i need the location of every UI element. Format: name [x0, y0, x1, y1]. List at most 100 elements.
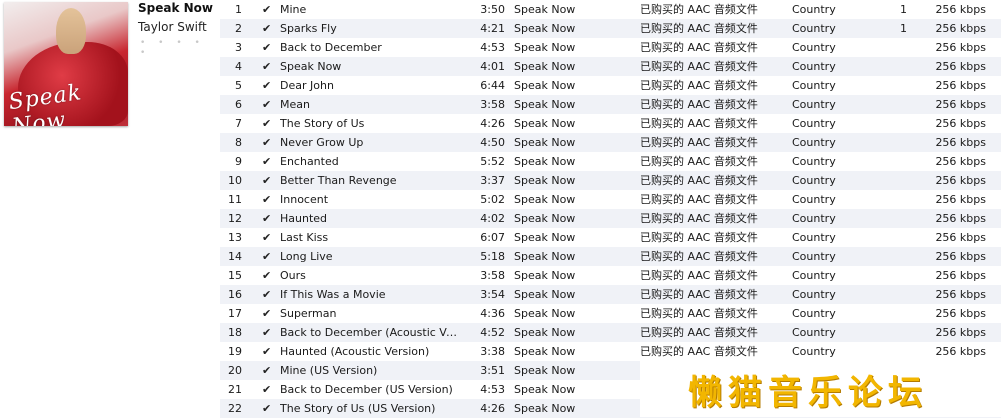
track-album: Speak Now: [514, 98, 576, 111]
track-play-count: 1: [900, 3, 907, 16]
track-bitrate: 256 kbps: [935, 41, 986, 54]
track-kind: 已购买的 AAC 音频文件: [640, 174, 758, 187]
track-name: Better Than Revenge: [280, 174, 397, 187]
track-time: 3:54: [480, 288, 505, 301]
track-bitrate: 256 kbps: [935, 79, 986, 92]
track-row[interactable]: 14 ✔ Long Live 5:18 Speak Now 已购买的 AAC 音频文件 Co…: [220, 247, 1001, 266]
track-checkbox[interactable]: ✔: [262, 247, 274, 266]
album-cover-art[interactable]: Speak Now: [4, 2, 128, 126]
track-checkbox[interactable]: ✔: [262, 361, 274, 380]
track-time: 3:50: [480, 3, 505, 16]
track-genre: Country: [792, 307, 836, 320]
track-row[interactable]: 12 ✔ Haunted 4:02 Speak Now 已购买的 AAC 音频文件 Coun…: [220, 209, 1001, 228]
track-checkbox[interactable]: ✔: [262, 133, 274, 152]
track-album: Speak Now: [514, 60, 576, 73]
track-time: 3:37: [480, 174, 505, 187]
track-row[interactable]: 2 ✔ Sparks Fly 4:21 Speak Now 已购买的 AAC 音频文件 Co…: [220, 19, 1001, 38]
track-row[interactable]: 4 ✔ Speak Now 4:01 Speak Now 已购买的 AAC 音频文件 Cou…: [220, 57, 1001, 76]
track-time: 4:21: [480, 22, 505, 35]
track-genre: Country: [792, 3, 836, 16]
track-bitrate: 256 kbps: [935, 231, 986, 244]
track-bitrate: 256 kbps: [935, 3, 986, 16]
track-number: 2: [235, 22, 242, 35]
track-row[interactable]: 16 ✔ If This Was a Movie 3:54 Speak Now 已购买的 …: [220, 285, 1001, 304]
track-row[interactable]: 13 ✔ Last Kiss 6:07 Speak Now 已购买的 AAC 音频文件 Co…: [220, 228, 1001, 247]
track-kind: 已购买的 AAC 音频文件: [640, 117, 758, 130]
track-number: 14: [228, 250, 242, 263]
track-row[interactable]: 15 ✔ Ours 3:58 Speak Now 已购买的 AAC 音频文件 Country…: [220, 266, 1001, 285]
track-number: 11: [228, 193, 242, 206]
track-row[interactable]: 9 ✔ Enchanted 5:52 Speak Now 已购买的 AAC 音频文件 Cou…: [220, 152, 1001, 171]
track-album: Speak Now: [514, 326, 576, 339]
track-checkbox[interactable]: ✔: [262, 228, 274, 247]
track-time: 6:07: [480, 231, 505, 244]
track-row[interactable]: 5 ✔ Dear John 6:44 Speak Now 已购买的 AAC 音频文件 Cou…: [220, 76, 1001, 95]
track-checkbox[interactable]: ✔: [262, 342, 274, 361]
track-row[interactable]: 8 ✔ Never Grow Up 4:50 Speak Now 已购买的 AAC 音频文…: [220, 133, 1001, 152]
track-row[interactable]: 6 ✔ Mean 3:58 Speak Now 已购买的 AAC 音频文件 Country 2…: [220, 95, 1001, 114]
track-row[interactable]: 3 ✔ Back to December 4:53 Speak Now 已购买的 AAC …: [220, 38, 1001, 57]
track-bitrate: 256 kbps: [935, 117, 986, 130]
track-checkbox[interactable]: ✔: [262, 266, 274, 285]
track-name: Sparks Fly: [280, 22, 337, 35]
track-kind: 已购买的 AAC 音频文件: [640, 193, 758, 206]
track-checkbox[interactable]: ✔: [262, 76, 274, 95]
track-number: 3: [235, 41, 242, 54]
track-row[interactable]: 18 ✔ Back to December (Acoustic Vers... 4:5…: [220, 323, 1001, 342]
track-number: 9: [235, 155, 242, 168]
track-checkbox[interactable]: ✔: [262, 114, 274, 133]
track-number: 19: [228, 345, 242, 358]
track-checkbox[interactable]: ✔: [262, 95, 274, 114]
watermark-text: 懒猫音乐论坛: [688, 373, 928, 413]
track-album: Speak Now: [514, 155, 576, 168]
track-row[interactable]: 7 ✔ The Story of Us 4:26 Speak Now 已购买的 AAC 音…: [220, 114, 1001, 133]
track-time: 4:26: [480, 117, 505, 130]
track-checkbox[interactable]: ✔: [262, 323, 274, 342]
track-row[interactable]: 17 ✔ Superman 4:36 Speak Now 已购买的 AAC 音频文件 Cou…: [220, 304, 1001, 323]
track-genre: Country: [792, 174, 836, 187]
track-row[interactable]: 11 ✔ Innocent 5:02 Speak Now 已购买的 AAC 音频文件 Cou…: [220, 190, 1001, 209]
track-checkbox[interactable]: ✔: [262, 190, 274, 209]
track-checkbox[interactable]: ✔: [262, 152, 274, 171]
track-time: 3:58: [480, 98, 505, 111]
track-checkbox[interactable]: ✔: [262, 285, 274, 304]
track-genre: Country: [792, 193, 836, 206]
track-number: 21: [228, 383, 242, 396]
track-row[interactable]: 10 ✔ Better Than Revenge 3:37 Speak Now 已购买的 …: [220, 171, 1001, 190]
track-album: Speak Now: [514, 117, 576, 130]
track-bitrate: 256 kbps: [935, 155, 986, 168]
track-list: 1 ✔ Mine 3:50 Speak Now 已购买的 AAC 音频文件 Country 1…: [220, 0, 1001, 418]
track-checkbox[interactable]: ✔: [262, 171, 274, 190]
track-bitrate: 256 kbps: [935, 60, 986, 73]
track-time: 4:26: [480, 402, 505, 415]
track-kind: 已购买的 AAC 音频文件: [640, 288, 758, 301]
track-row[interactable]: 1 ✔ Mine 3:50 Speak Now 已购买的 AAC 音频文件 Country 1…: [220, 0, 1001, 19]
track-genre: Country: [792, 250, 836, 263]
track-genre: Country: [792, 22, 836, 35]
track-kind: 已购买的 AAC 音频文件: [640, 3, 758, 16]
album-rating-stars[interactable]: • • • • •: [140, 38, 218, 58]
track-genre: Country: [792, 79, 836, 92]
track-kind: 已购买的 AAC 音频文件: [640, 22, 758, 35]
track-time: 3:58: [480, 269, 505, 282]
track-name: Long Live: [280, 250, 333, 263]
track-checkbox[interactable]: ✔: [262, 380, 274, 399]
track-checkbox[interactable]: ✔: [262, 304, 274, 323]
track-number: 20: [228, 364, 242, 377]
track-time: 4:53: [480, 383, 505, 396]
track-checkbox[interactable]: ✔: [262, 209, 274, 228]
track-genre: Country: [792, 269, 836, 282]
track-album: Speak Now: [514, 136, 576, 149]
track-checkbox[interactable]: ✔: [262, 38, 274, 57]
track-checkbox[interactable]: ✔: [262, 399, 274, 418]
track-kind: 已购买的 AAC 音频文件: [640, 250, 758, 263]
track-kind: 已购买的 AAC 音频文件: [640, 79, 758, 92]
track-checkbox[interactable]: ✔: [262, 0, 274, 19]
track-checkbox[interactable]: ✔: [262, 57, 274, 76]
track-row[interactable]: 19 ✔ Haunted (Acoustic Version) 3:38 Speak N…: [220, 342, 1001, 361]
track-album: Speak Now: [514, 288, 576, 301]
track-name: Enchanted: [280, 155, 339, 168]
track-checkbox[interactable]: ✔: [262, 19, 274, 38]
track-kind: 已购买的 AAC 音频文件: [640, 345, 758, 358]
track-album: Speak Now: [514, 231, 576, 244]
